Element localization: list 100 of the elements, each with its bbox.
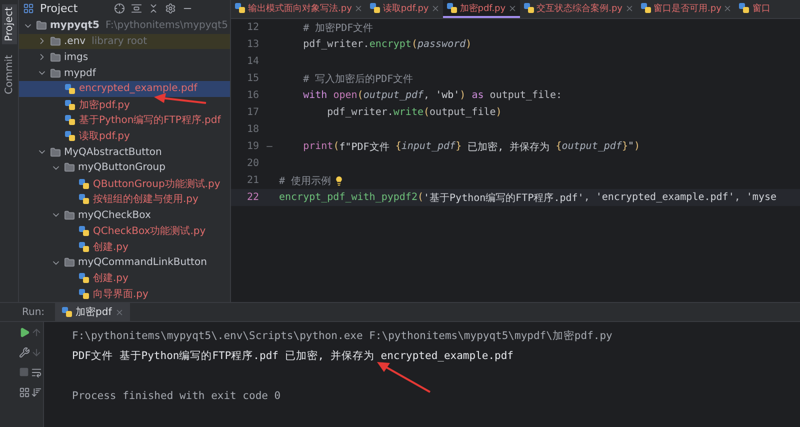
- line-number: 15: [246, 73, 259, 84]
- console-line: F:\pythonitems\mypyqt5\.env\Scripts\python.exe F:\pythonitems\mypyqt5\mypdf\加密pdf.py: [72, 329, 612, 343]
- editor-tab[interactable]: 加密pdf.py: [442, 0, 520, 18]
- file-name: QCheckBox功能测试.py: [93, 224, 206, 238]
- expand-icon[interactable]: [130, 3, 142, 14]
- editor-tab[interactable]: 窗口是否可用.py: [636, 0, 736, 18]
- python-file-icon: [78, 178, 90, 190]
- python-file-icon: [738, 2, 750, 14]
- tool-window-tab[interactable]: Project: [2, 4, 16, 44]
- close-icon[interactable]: [723, 4, 732, 12]
- tree-item[interactable]: QCheckBox功能测试.py: [19, 223, 230, 239]
- run-tab[interactable]: 加密pdf: [54, 303, 130, 321]
- code-line: # 写入加密后的PDF文件: [302, 72, 414, 86]
- arrow-drawing: [154, 93, 206, 104]
- tree-item[interactable]: imgs: [19, 49, 230, 66]
- tree-item[interactable]: 创建.py: [19, 270, 230, 286]
- line-number: 14: [246, 56, 259, 67]
- folder-name: mypyqt5: [50, 20, 100, 32]
- tree-item[interactable]: 加密pdf.py: [19, 96, 230, 113]
- arrow-drawing: [377, 362, 430, 393]
- layout-icon[interactable]: [18, 386, 30, 398]
- console-line: PDF文件 基于Python编写的FTP程序.pdf 已加密, 并保存为 encrypted_example.pdf: [72, 349, 514, 363]
- folder-icon: [50, 146, 61, 158]
- tree-item[interactable]: myQCheckBox: [19, 207, 230, 224]
- tree-item[interactable]: QButtonGroup功能测试.py: [19, 176, 230, 192]
- run-label: Run:: [22, 306, 45, 318]
- play-icon[interactable]: [18, 326, 30, 338]
- line-number: 13: [246, 39, 259, 50]
- line-number: 20: [246, 158, 259, 169]
- tree-item[interactable]: myQCommandLinkButton: [19, 254, 230, 271]
- tree-item[interactable]: 基于Python编写的FTP程序.pdf: [19, 112, 230, 128]
- tree-item[interactable]: encrypted_example.pdf: [19, 80, 230, 97]
- folder-name: myQButtonGroup: [78, 162, 166, 174]
- code-line: # 加密PDF文件: [302, 22, 374, 34]
- file-name: encrypted_example.pdf: [79, 83, 198, 94]
- python-file-icon: [64, 114, 76, 126]
- line-number: 12: [246, 22, 259, 33]
- editor-tab[interactable]: 输出模式面向对象写法.py: [231, 0, 366, 18]
- line-number: 19: [246, 141, 259, 152]
- close-icon[interactable]: [430, 4, 440, 12]
- file-name: 创建.py: [93, 272, 128, 286]
- folder-icon: [50, 36, 61, 47]
- line-number: 21: [246, 175, 259, 186]
- folder-icon: [50, 52, 61, 63]
- editor-tab[interactable]: 读取pdf.py: [366, 0, 443, 18]
- folder-icon: [64, 257, 75, 268]
- path-hint: library root: [92, 36, 147, 47]
- python-file-icon: [78, 193, 90, 206]
- python-file-icon: [640, 2, 652, 14]
- file-name: 创建.py: [93, 240, 128, 254]
- file-name: 基于Python编写的FTP程序.pdf: [79, 114, 221, 128]
- line-number: 22: [246, 192, 259, 203]
- tree-item[interactable]: 创建.py: [19, 238, 230, 255]
- line-number: 17: [246, 107, 259, 118]
- wrench-icon[interactable]: [18, 346, 30, 358]
- folder-icon: [64, 162, 75, 174]
- tool-window-tab[interactable]: Commit: [2, 52, 16, 98]
- python-file-icon: [234, 2, 246, 14]
- file-name: 按钮组的创建与使用.py: [93, 192, 198, 206]
- code-line: print(f"PDF文件 {input_pdf} 已加密, 并保存为 {output_pdf}"): [302, 140, 640, 154]
- panel-icon: [23, 3, 34, 14]
- tree-item[interactable]: MyQAbstractButton: [19, 144, 230, 160]
- folder-name: MyQAbstractButton: [64, 146, 162, 158]
- python-file-icon: [64, 82, 76, 95]
- console-line: Process finished with exit code 0: [72, 390, 281, 402]
- tree-item[interactable]: 向导界面.py: [19, 286, 230, 302]
- sort-icon[interactable]: [31, 386, 42, 398]
- folder-icon: [36, 20, 47, 32]
- folder-icon: [50, 68, 61, 79]
- tree-item[interactable]: 读取pdf.py: [19, 128, 230, 144]
- tree-item[interactable]: .env library root: [19, 34, 230, 50]
- tree-item[interactable]: mypyqt5 F:\pythonitems\mypyqt5: [19, 18, 230, 34]
- editor-tab[interactable]: 交互状态综合案例.py: [520, 0, 636, 18]
- tree-item[interactable]: myQButtonGroup: [19, 160, 230, 176]
- folder-name: myQCommandLinkButton: [78, 257, 207, 268]
- python-file-icon: [522, 2, 535, 14]
- editor-tab[interactable]: 窗口: [735, 0, 774, 18]
- settings-icon[interactable]: [164, 3, 176, 14]
- python-file-icon: [368, 2, 381, 14]
- code-line: with open(output_pdf, 'wb') as output_file:: [302, 90, 562, 101]
- target-icon[interactable]: [114, 3, 125, 14]
- python-file-icon: [64, 130, 76, 142]
- tree-item[interactable]: mypdf: [19, 65, 230, 81]
- close-icon[interactable]: [508, 4, 517, 12]
- python-file-icon: [60, 306, 73, 318]
- file-name: 加密pdf.py: [79, 98, 130, 112]
- code-line: encrypt_pdf_with_pypdf2('基于Python编写的FTP程序.pdf', 'encrypted_example.pdf', 'myse: [279, 191, 777, 204]
- python-file-icon: [78, 272, 90, 284]
- close-icon[interactable]: [354, 4, 363, 12]
- tree-item[interactable]: 按钮组的创建与使用.py: [19, 192, 230, 208]
- folder-name: .env: [64, 36, 86, 47]
- folder-name: imgs: [64, 52, 88, 63]
- panel-title[interactable]: Project: [40, 2, 78, 16]
- file-name: 向导界面.py: [93, 288, 148, 302]
- wrap-icon[interactable]: [31, 366, 42, 378]
- close-icon[interactable]: [624, 4, 634, 12]
- code-line: pdf_writer.encrypt(password): [302, 39, 472, 50]
- python-file-icon: [78, 225, 90, 238]
- file-name: 读取pdf.py: [79, 130, 130, 144]
- lightbulb-icon[interactable]: [334, 176, 344, 186]
